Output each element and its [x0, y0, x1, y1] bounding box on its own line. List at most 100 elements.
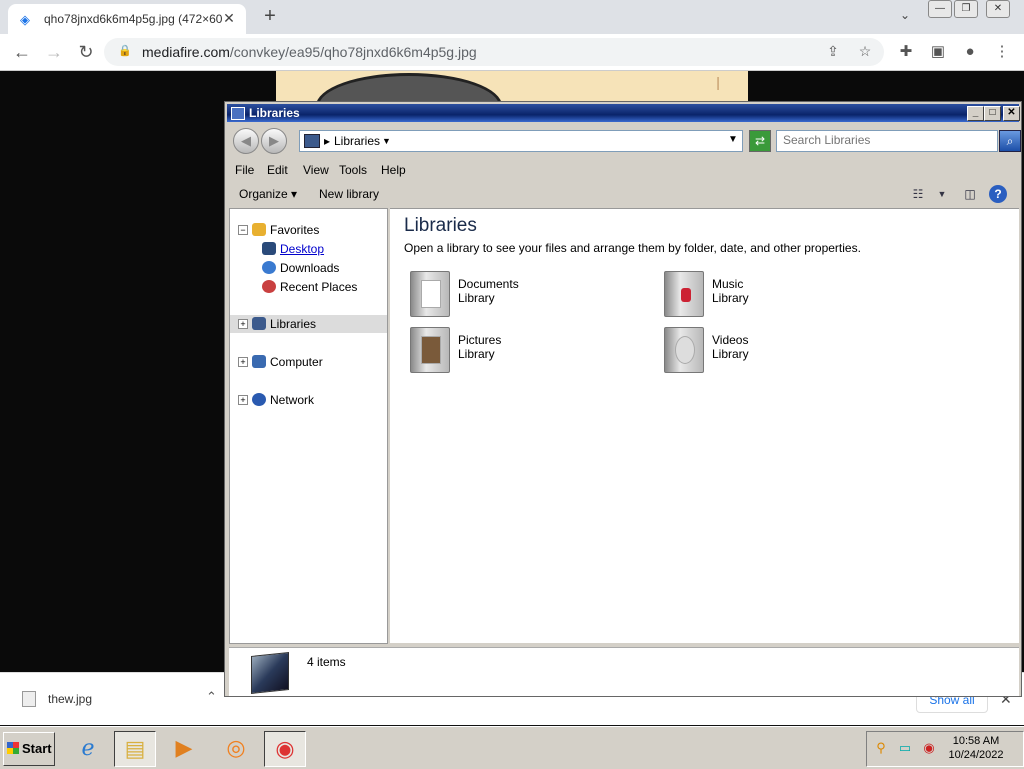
explorer-address-bar[interactable]: ▸ Libraries ▼ ▼ [299, 130, 743, 152]
close-browser-icon[interactable]: ✕ [986, 0, 1010, 18]
lock-icon: 🔒 [118, 45, 132, 57]
window-icon [231, 107, 245, 120]
menu-kebab-icon[interactable]: ⋮ [992, 42, 1012, 62]
nav-downloads[interactable]: Downloads [230, 259, 387, 277]
nav-network[interactable]: + Network [230, 391, 387, 409]
share-icon[interactable]: ⇪ [824, 43, 842, 61]
image-signature: ꟾ [716, 77, 721, 93]
chrome-icon[interactable]: ◉ [264, 731, 306, 767]
expand-icon[interactable]: + [238, 357, 248, 367]
recent-places-icon [262, 280, 276, 293]
restore-browser-icon[interactable]: ❐ [954, 0, 978, 18]
internet-explorer-icon[interactable]: ℯ [68, 731, 108, 765]
documents-library-icon [410, 271, 450, 317]
favorites-star-icon [252, 223, 266, 236]
nav-computer[interactable]: + Computer [230, 353, 387, 371]
side-panel-icon[interactable]: ▣ [928, 42, 948, 62]
profile-avatar-icon[interactable]: ● [960, 42, 980, 62]
minimize-browser-icon[interactable]: — [928, 0, 952, 18]
download-options-chevron-icon[interactable]: ⌃ [206, 689, 217, 705]
libraries-icon [252, 317, 266, 330]
windows-flag-icon [7, 742, 19, 754]
nav-desktop[interactable]: Desktop [230, 240, 387, 258]
breadcrumb-libraries[interactable]: Libraries [334, 134, 380, 148]
refresh-icon[interactable]: ⇄ [749, 130, 771, 152]
nav-recent-places[interactable]: Recent Places [230, 278, 387, 296]
breadcrumb-dropdown-icon[interactable]: ▼ [382, 136, 391, 146]
new-library-button[interactable]: New library [319, 187, 379, 201]
media-player-icon[interactable]: ▶ [164, 731, 204, 765]
search-box[interactable] [776, 130, 998, 152]
tab-search-chevron-icon[interactable]: ⌄ [895, 8, 915, 26]
explorer-address-row: ◀ ▶ ▸ Libraries ▼ ▼ ⇄ ⌕ [227, 124, 1021, 158]
library-music[interactable]: Music Library [660, 271, 880, 321]
navigation-pane: − Favorites Desktop Downloads Recent Pla… [229, 208, 388, 644]
extensions-puzzle-icon[interactable]: ✚ [896, 42, 916, 62]
downloads-icon [262, 261, 276, 274]
expand-icon[interactable]: + [238, 395, 248, 405]
explorer-window: Libraries _ □ ✕ ◀ ▶ ▸ Libraries ▼ ▼ ⇄ ⌕ … [224, 101, 1022, 697]
menu-help[interactable]: Help [381, 163, 406, 177]
url-text: mediafire.com/convkey/ea95/qho78jnxd6k6m… [142, 44, 477, 60]
collapse-icon[interactable]: − [238, 225, 248, 235]
organize-button[interactable]: Organize ▾ [239, 187, 297, 201]
desktop-icon [262, 242, 276, 255]
change-view-icon[interactable]: ☷ [909, 185, 927, 203]
maximize-button[interactable]: □ [984, 106, 1001, 121]
libraries-folder-icon [304, 134, 320, 148]
expand-icon[interactable]: + [238, 319, 248, 329]
clock[interactable]: 10:58 AM 10/24/2022 [947, 734, 1005, 762]
address-history-dropdown-icon[interactable]: ▼ [728, 134, 738, 145]
forward-arrow-icon[interactable]: → [42, 40, 66, 64]
mediafire-favicon-icon: ◈ [20, 12, 30, 27]
minimize-button[interactable]: _ [967, 106, 984, 121]
page-title: Libraries [404, 215, 477, 236]
start-button[interactable]: Start [3, 732, 55, 766]
explorer-titlebar[interactable]: Libraries _ □ ✕ [227, 104, 1020, 122]
item-count: 4 items [307, 655, 346, 669]
network-tray-icon[interactable]: ▭ [897, 740, 913, 756]
page-description: Open a library to see your files and arr… [404, 241, 861, 255]
menu-edit[interactable]: Edit [267, 163, 288, 177]
network-icon [252, 393, 266, 406]
menu-bar: File Edit View Tools Help [227, 159, 1019, 181]
menu-view[interactable]: View [303, 163, 329, 177]
bookmark-star-icon[interactable]: ☆ [856, 43, 874, 61]
back-button[interactable]: ◀ [233, 128, 259, 154]
windows-explorer-icon[interactable]: ▤ [114, 731, 156, 767]
menu-file[interactable]: File [235, 163, 254, 177]
menu-tools[interactable]: Tools [339, 163, 367, 177]
volume-tray-icon[interactable]: ◉ [921, 740, 937, 756]
address-bar[interactable]: 🔒 mediafire.com/convkey/ea95/qho78jnxd6k… [104, 38, 884, 66]
help-icon[interactable]: ? [989, 185, 1007, 203]
image-drawing [316, 73, 502, 103]
nav-libraries[interactable]: + Libraries [230, 315, 387, 333]
search-tray-icon[interactable]: ⚲ [873, 740, 889, 756]
preview-pane-icon[interactable]: ◫ [961, 185, 979, 203]
forward-button[interactable]: ▶ [261, 128, 287, 154]
breadcrumb-chevron-icon[interactable]: ▸ [324, 134, 330, 148]
window-title: Libraries [249, 106, 300, 120]
taskbar: Start ℯ ▤ ▶ ◎ ◉ ⚲ ▭ ◉ 10:58 AM 10/24/202… [0, 726, 1024, 769]
browser-tab[interactable]: ◈ qho78jnxd6k6m4p5g.jpg (472×600) ✕ [8, 4, 246, 34]
tab-close-icon[interactable]: ✕ [220, 9, 238, 27]
search-icon[interactable]: ⌕ [999, 130, 1021, 152]
download-file-name[interactable]: thew.jpg [48, 692, 92, 706]
close-button[interactable]: ✕ [1003, 106, 1020, 121]
new-tab-button[interactable]: + [258, 5, 282, 29]
music-library-icon [664, 271, 704, 317]
browser-app-icon[interactable]: ◎ [216, 731, 256, 765]
reload-icon[interactable]: ↻ [74, 40, 98, 64]
library-videos[interactable]: Videos Library [660, 327, 880, 377]
view-options-dropdown-icon[interactable]: ▼ [933, 185, 951, 203]
system-tray: ⚲ ▭ ◉ 10:58 AM 10/24/2022 [866, 731, 1024, 767]
search-input[interactable] [777, 131, 989, 149]
nav-favorites[interactable]: − Favorites [230, 221, 387, 239]
tab-title: qho78jnxd6k6m4p5g.jpg (472×600) [44, 12, 222, 26]
pictures-library-icon [410, 327, 450, 373]
library-documents[interactable]: Documents Library [406, 271, 626, 321]
back-arrow-icon[interactable]: ← [10, 40, 34, 64]
library-pictures[interactable]: Pictures Library [406, 327, 626, 377]
browser-toolbar: ← → ↻ 🔒 mediafire.com/convkey/ea95/qho78… [0, 34, 1024, 71]
computer-icon [252, 355, 266, 368]
